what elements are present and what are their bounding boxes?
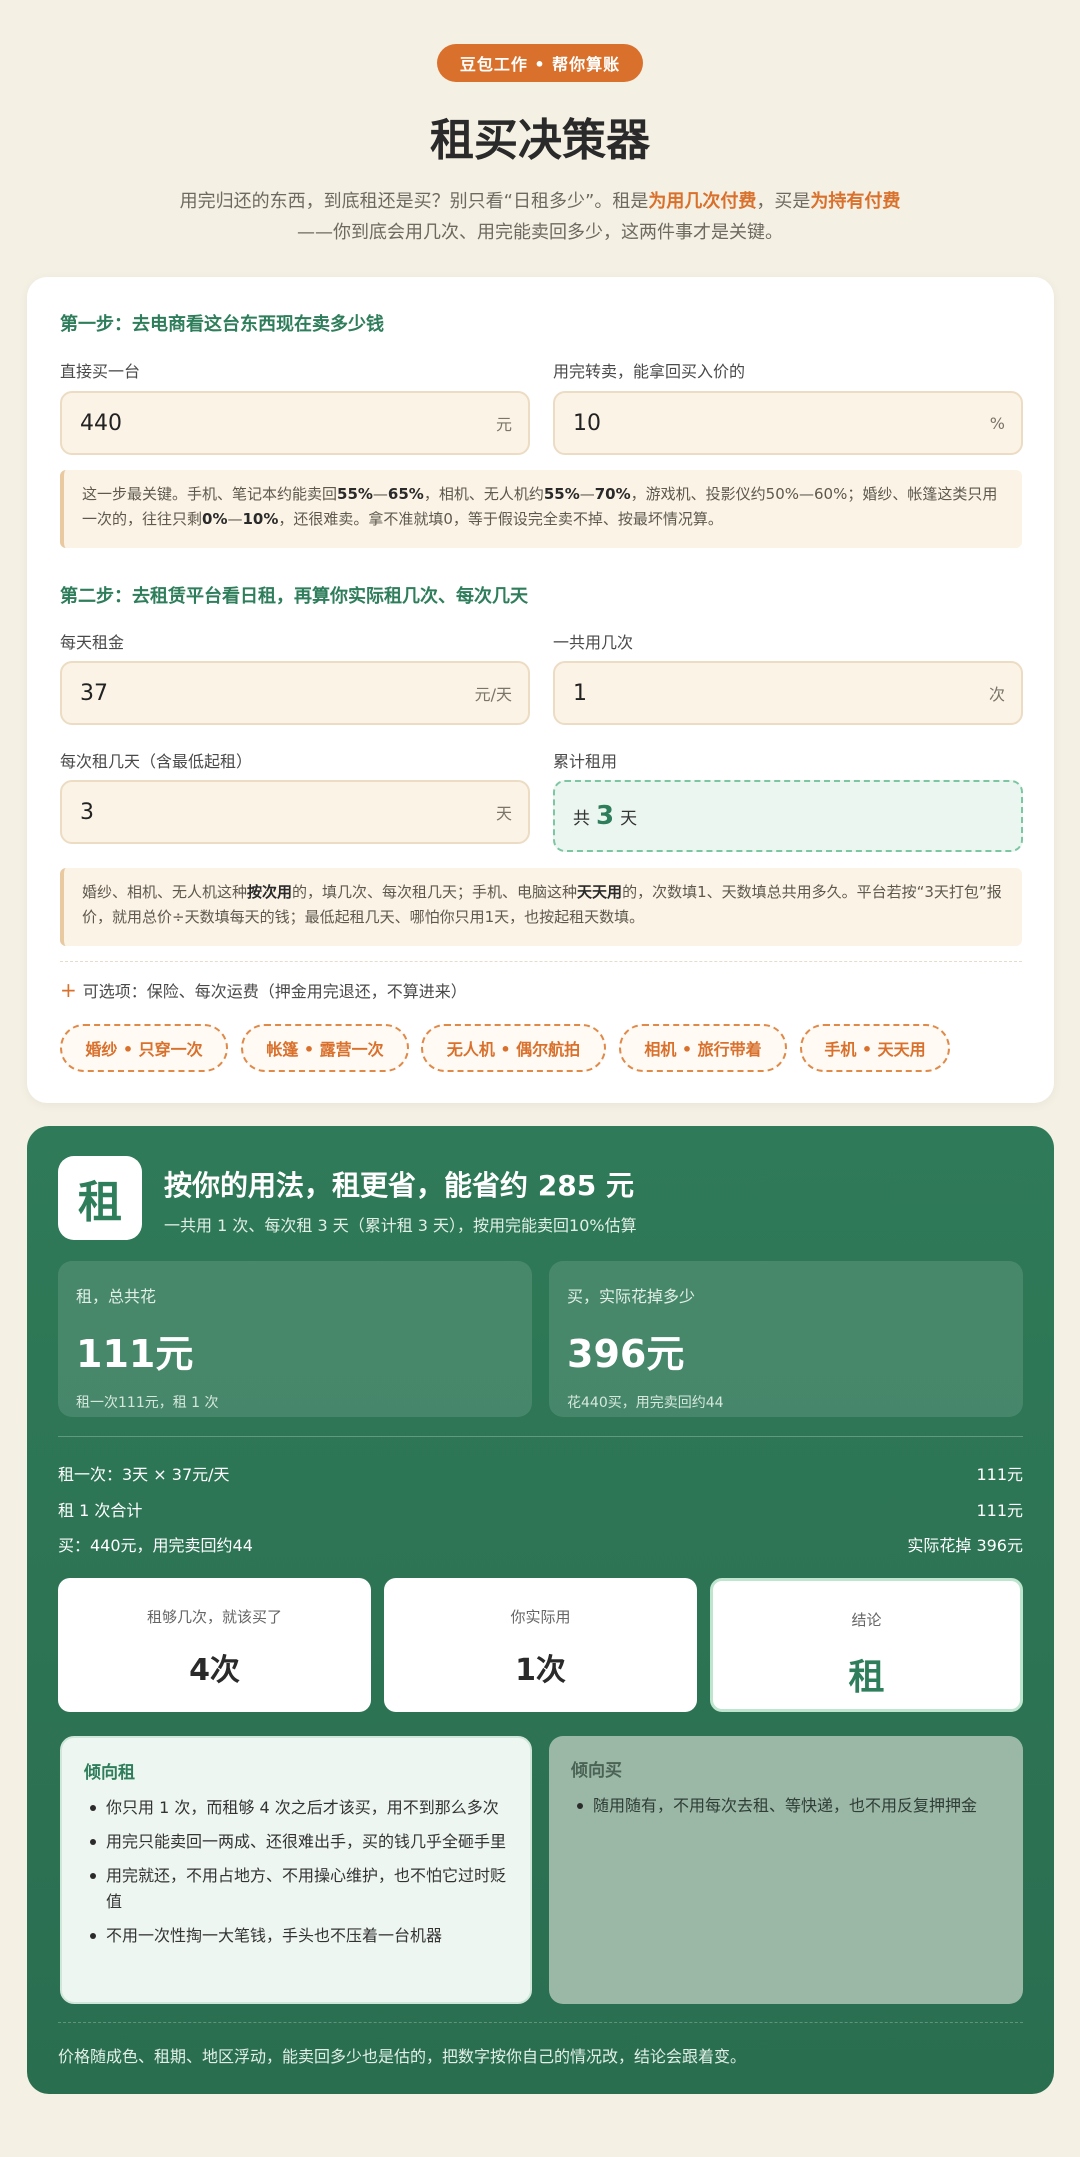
resale-value: 10 — [573, 410, 601, 436]
resale-percent-input[interactable]: 10 % — [553, 391, 1023, 455]
buy-price-unit: 元 — [495, 415, 512, 434]
use-times-input[interactable]: 1 次 — [553, 661, 1023, 725]
page-title: 租买决策器 — [430, 115, 650, 166]
list-item: 用完就还，不用占地方、不用操心维护，也不怕它过时贬值 — [84, 1863, 508, 1915]
daily-rent-input[interactable]: 37 元/天 — [60, 661, 530, 725]
section-divider — [60, 961, 1022, 962]
daily-rent-unit: 元/天 — [474, 685, 512, 704]
preset-chip[interactable]: 无人机 • 偶尔航拍 — [421, 1024, 606, 1072]
list-item: 随用随有，不用每次去租、等快递，也不用反复押押金 — [571, 1793, 1001, 1819]
daily-rent-label: 每天租金 — [60, 633, 125, 652]
buy-price-value: 440 — [80, 410, 122, 436]
actual-use-value: 1次 — [515, 1653, 566, 1688]
buy-summary-total: 396元 — [567, 1332, 685, 1376]
buy-summary-caption: 买，实际花掉多少 — [567, 1287, 696, 1306]
result-subhead: 一共用 1 次、每次租 3 天（累计租 3 天），按用完能卖回10%估算 — [164, 1216, 637, 1235]
breakeven-box: 租够几次，就该买了 4次 — [58, 1578, 371, 1712]
preset-chip[interactable]: 相机 • 旅行带着 — [619, 1024, 787, 1072]
preset-chip[interactable]: 手机 • 天天用 — [800, 1024, 950, 1072]
use-times-unit: 次 — [988, 685, 1005, 704]
step1-note: 这一步最关键。手机、笔记本约能卖回55%—65%，相机、无人机约55%—70%，… — [60, 470, 1022, 548]
footnote: 价格随成色、租期、地区浮动，能卖回多少也是估的，把数字按你自己的情况改，结论会跟… — [58, 2047, 747, 2066]
use-times-label: 一共用几次 — [553, 633, 634, 652]
buy-price-label: 直接买一台 — [60, 362, 141, 381]
total-days-display: 共3天 — [553, 780, 1023, 852]
breakeven-value: 4次 — [189, 1653, 240, 1688]
lean-buy-title: 倾向买 — [571, 1761, 622, 1781]
breakdown-row: 租 1 次合计 111元 — [58, 1501, 1023, 1520]
buy-summary-detail: 花440买，用完卖回约44 — [567, 1395, 724, 1411]
lean-buy-box: 倾向买 随用随有，不用每次去租、等快递，也不用反复押押金 — [549, 1736, 1023, 2004]
daily-rent-value: 37 — [80, 680, 108, 706]
step1-title: 第一步：去电商看这台东西现在卖多少钱 — [60, 314, 384, 335]
rent-days-input[interactable]: 3 天 — [60, 780, 530, 844]
step2-title: 第二步：去租赁平台看日租，再算你实际租几次、每次几天 — [60, 586, 528, 607]
result-divider — [58, 1436, 1023, 1437]
lean-rent-box: 倾向租 你只用 1 次，而租够 4 次之后才该买，用不到那么多次 用完只能卖回一… — [60, 1736, 532, 2004]
resale-label: 用完转卖，能拿回买入价的 — [553, 362, 746, 381]
optional-toggle[interactable]: + 可选项：保险、每次运费（押金用完退还，不算进来） — [60, 978, 467, 1002]
result-headline: 按你的用法，租更省，能省约 285 元 — [164, 1169, 634, 1202]
list-item: 用完只能卖回一两成、还很难出手，买的钱几乎全砸手里 — [84, 1829, 508, 1855]
total-days-label: 累计租用 — [553, 752, 618, 771]
rent-logo-icon: 租 — [58, 1156, 142, 1240]
page-subtitle: 用完归还的东西，到底租还是买？别只看“日租多少”。租是为用几次付费，买是为持有付… — [179, 191, 901, 243]
total-days-value: 3 — [596, 801, 615, 831]
buy-summary-box: 买，实际花掉多少 396元 花440买，用完卖回约44 — [549, 1261, 1023, 1417]
rent-summary-total: 111元 — [76, 1332, 194, 1376]
breakdown-row: 租一次：3天 × 37元/天 111元 — [58, 1465, 1023, 1484]
rent-days-value: 3 — [80, 799, 94, 825]
footer-divider — [58, 2022, 1023, 2023]
actual-use-box: 你实际用 1次 — [384, 1578, 697, 1712]
rent-summary-box: 租，总共花 111元 租一次111元，租 1 次 — [58, 1261, 532, 1417]
list-item: 你只用 1 次，而租够 4 次之后才该买，用不到那么多次 — [84, 1795, 508, 1821]
header-badge: 豆包工作 • 帮你算账 — [437, 44, 643, 82]
rent-days-label: 每次租几天（含最低起租） — [60, 752, 253, 771]
rent-summary-detail: 租一次111元，租 1 次 — [76, 1395, 219, 1411]
rent-days-unit: 天 — [495, 804, 512, 823]
verdict-box: 结论 租 — [710, 1578, 1023, 1712]
rent-summary-caption: 租，总共花 — [76, 1287, 157, 1306]
resale-unit: % — [989, 413, 1005, 433]
step2-note: 婚纱、相机、无人机这种按次用的，填几次、每次租几天；手机、电脑这种天天用的，次数… — [60, 868, 1022, 946]
buy-price-input[interactable]: 440 元 — [60, 391, 530, 455]
plus-icon: + — [60, 978, 77, 1002]
list-item: 不用一次性掏一大笔钱，手头也不压着一台机器 — [84, 1923, 508, 1949]
lean-rent-title: 倾向租 — [84, 1763, 135, 1783]
verdict-value: 租 — [848, 1656, 885, 1698]
breakdown-row: 买：440元，用完卖回约44 实际花掉 396元 — [58, 1536, 1023, 1555]
use-times-value: 1 — [573, 680, 587, 706]
preset-chip[interactable]: 婚纱 • 只穿一次 — [60, 1024, 228, 1072]
preset-chip[interactable]: 帐篷 • 露营一次 — [241, 1024, 409, 1072]
